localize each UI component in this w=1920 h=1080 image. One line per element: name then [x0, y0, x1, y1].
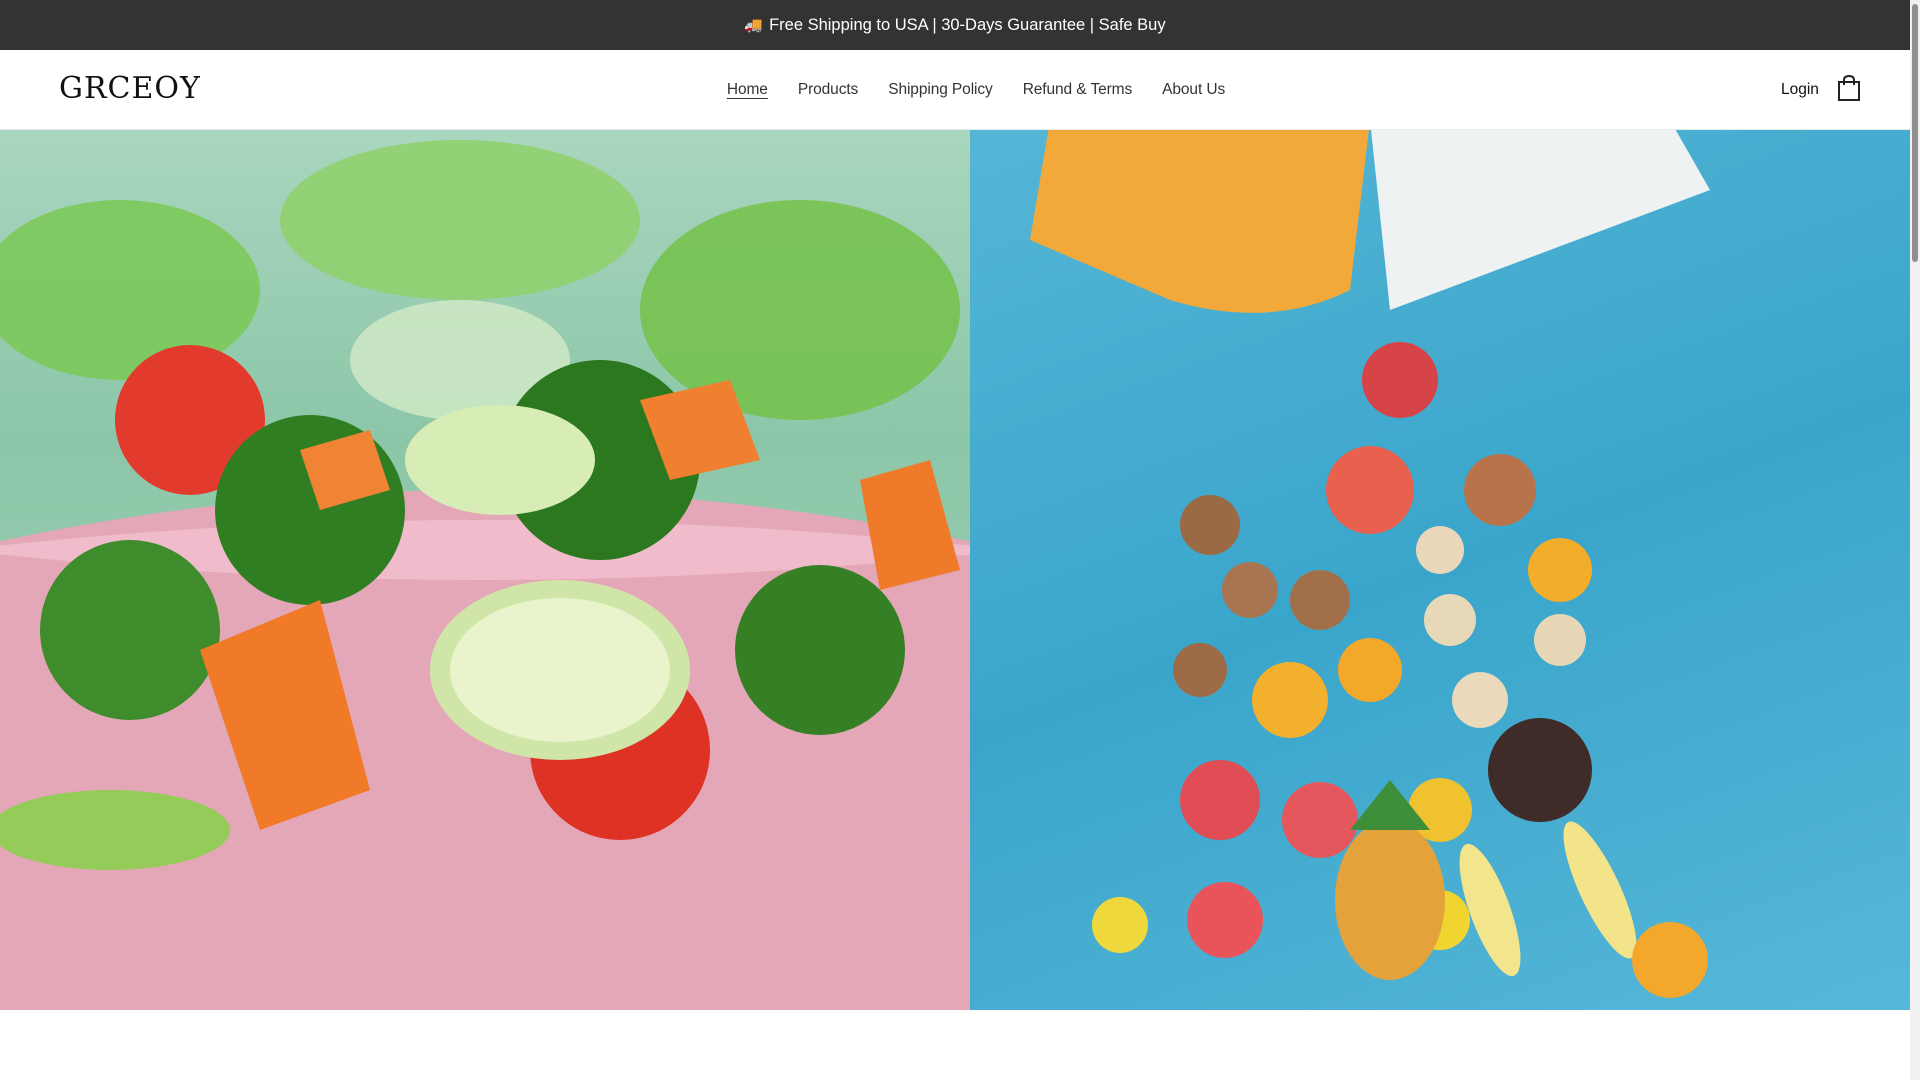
nav-home[interactable]: Home [727, 81, 768, 99]
announcement-bar: 🚚 Free Shipping to USA | 30-Days Guarant… [0, 0, 1910, 50]
nav-refund-terms[interactable]: Refund & Terms [1023, 81, 1133, 99]
salad-image [0, 130, 970, 1010]
nav-about-us[interactable]: About Us [1162, 81, 1225, 99]
shopping-bag-icon[interactable] [1836, 74, 1862, 102]
fruits-image [970, 130, 1910, 1010]
page-scrollbar[interactable] [1910, 0, 1920, 1080]
fruits-illustration [1030, 130, 1710, 998]
site-header: GRCEOY Home Products Shipping Policy Ref… [0, 50, 1910, 130]
nav-shipping-policy[interactable]: Shipping Policy [888, 81, 993, 99]
nav-products[interactable]: Products [798, 81, 858, 99]
hero-slideshow: ‹ › [0, 130, 1910, 1010]
main-nav: Home Products Shipping Policy Refund & T… [0, 50, 1910, 130]
truck-icon: 🚚 [744, 17, 764, 34]
salad-illustration [0, 140, 970, 1010]
announcement-text: Free Shipping to USA | 30-Days Guarantee… [769, 15, 1166, 34]
scrollbar-thumb[interactable] [1912, 4, 1918, 262]
login-link[interactable]: Login [1781, 81, 1819, 99]
